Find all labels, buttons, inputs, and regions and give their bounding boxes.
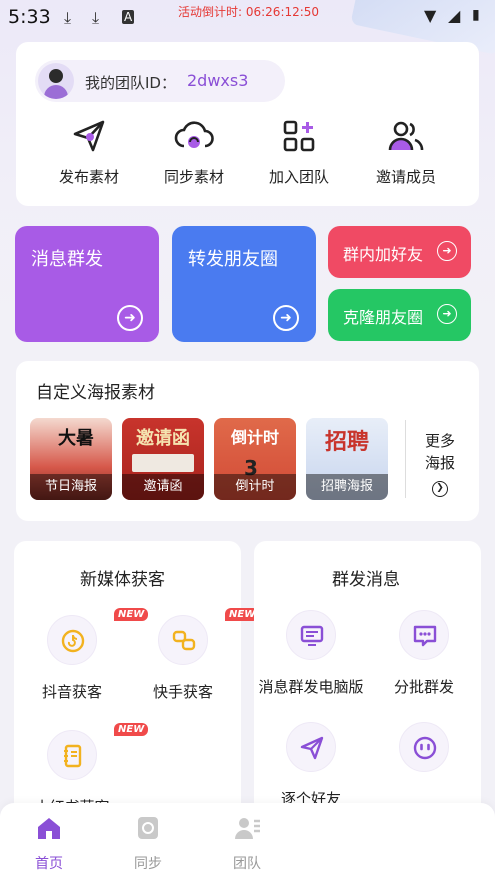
poster-caption: 倒计时 [214,474,296,500]
chevron-right-icon: ❯ [432,481,448,497]
tab-sync[interactable]: 同步 [118,815,178,873]
team-id-pill[interactable]: 我的团队ID： 2dwxs3 [35,60,285,102]
tab-label: 首页 [35,856,63,872]
group-add-friends-button[interactable]: 群内加好友 ➜ [328,226,471,278]
signal-icon: ◢ [448,6,461,25]
mass-message-pc-button[interactable]: 消息群发电脑版 [256,610,366,697]
kuaishou-icon: NEW [158,608,260,665]
bottom-tab-bar: 首页 同步 团队 [0,803,495,881]
new-media-title: 新媒体获客 [80,570,165,590]
one-by-one-button[interactable]: 逐个好友 [256,722,366,809]
more-posters-button[interactable]: 更多 海报 ❯ [420,430,460,497]
poster-art-text: 邀请函 [136,428,190,449]
group-message-title: 群发消息 [332,570,400,590]
feature-label: 分批群发 [393,678,454,696]
team-icon [235,818,260,839]
tab-home[interactable]: 首页 [19,815,79,873]
poster-art-text: 大暑 [58,428,94,449]
tile-label: 转发朋友圈 [188,249,278,270]
arrow-right-icon: ➜ [437,241,457,261]
pill-label: 克隆朋友圈 [343,308,424,327]
bot-send-button[interactable] [369,722,479,788]
poster-caption: 招聘海报 [306,474,388,500]
chat-bubble-icon [399,610,449,660]
quick-action-label: 邀请成员 [375,168,436,186]
tab-label: 团队 [233,856,261,872]
new-badge: NEW [114,723,149,736]
poster-countdown[interactable]: 倒计时 3 倒计时 [214,418,296,500]
sync-material-button[interactable]: 同步素材 [139,118,249,187]
tab-label: 同步 [134,856,162,872]
clone-moments-button[interactable]: 克隆朋友圈 ➜ [328,289,471,341]
pill-label: 群内加好友 [343,245,424,264]
more-label: 更多 [424,432,455,450]
poster-festival[interactable]: 大暑 节日海报 [30,418,112,500]
poster-art-text: 招聘 [324,430,369,455]
join-team-button[interactable]: 加入团队 [244,118,354,187]
wifi-icon: ▼ [424,6,437,25]
douyin-icon: NEW [47,608,149,665]
mass-message-tile[interactable]: 消息群发 ➜ [15,226,159,342]
robot-face-icon [399,722,449,772]
monitor-icon [286,610,336,660]
quick-action-label: 加入团队 [268,168,329,186]
activity-countdown: 活动倒计时: 06:26:12:50 [178,5,320,19]
douyin-acquire-button[interactable]: NEW 抖音获客 [17,608,149,702]
poster-recruit[interactable]: 招聘 招聘海报 [306,418,388,500]
cloud-sync-icon [174,121,214,148]
notebook-icon: NEW [47,723,149,780]
arrow-right-icon: ➜ [117,305,143,331]
download-icon: ⤓ [92,8,100,27]
poster-invitation[interactable]: 邀请函 邀请函 [122,418,204,500]
tab-team[interactable]: 团队 [217,815,277,873]
clock: 5:33 [8,6,51,28]
invite-members-button[interactable]: 邀请成员 [351,118,461,187]
more-label: 海报 [424,454,455,472]
arrow-right-icon: ➜ [273,305,299,331]
battery-icon: ▮ [472,7,480,23]
batch-send-button[interactable]: 分批群发 [369,610,479,697]
users-icon [388,121,424,151]
avatar [38,63,74,99]
poster-art-text: 倒计时 [230,428,279,447]
a-icon: A [122,10,135,24]
poster-caption: 节日海报 [30,474,112,500]
feature-label: 消息群发电脑版 [258,678,364,696]
team-id-label: 我的团队ID： [85,74,176,92]
quick-action-label: 发布素材 [58,168,119,186]
poster-caption: 邀请函 [122,474,204,500]
home-icon [38,818,60,839]
divider [405,420,406,498]
forward-moments-tile[interactable]: 转发朋友圈 ➜ [172,226,316,342]
arrow-right-icon: ➜ [437,304,457,324]
status-bar: 5:33 ⤓ ⤓ A 活动倒计时: 06:26:12:50 ▼ ◢ ▮ [0,0,495,36]
tile-label: 消息群发 [31,249,103,270]
download-icon: ⤓ [64,8,72,27]
send-icon [73,120,105,152]
poster-section-title: 自定义海报素材 [36,383,155,403]
publish-material-button[interactable]: 发布素材 [34,118,144,187]
sync-icon [138,817,158,839]
feature-label: 快手获客 [152,683,213,701]
feature-label: 抖音获客 [41,683,102,701]
send-icon [286,722,336,772]
team-id-value: 2dwxs3 [187,71,249,90]
poster-art-block [132,454,194,472]
kuaishou-acquire-button[interactable]: NEW 快手获客 [128,608,260,702]
quick-action-label: 同步素材 [163,168,224,186]
add-grid-icon [283,120,315,152]
